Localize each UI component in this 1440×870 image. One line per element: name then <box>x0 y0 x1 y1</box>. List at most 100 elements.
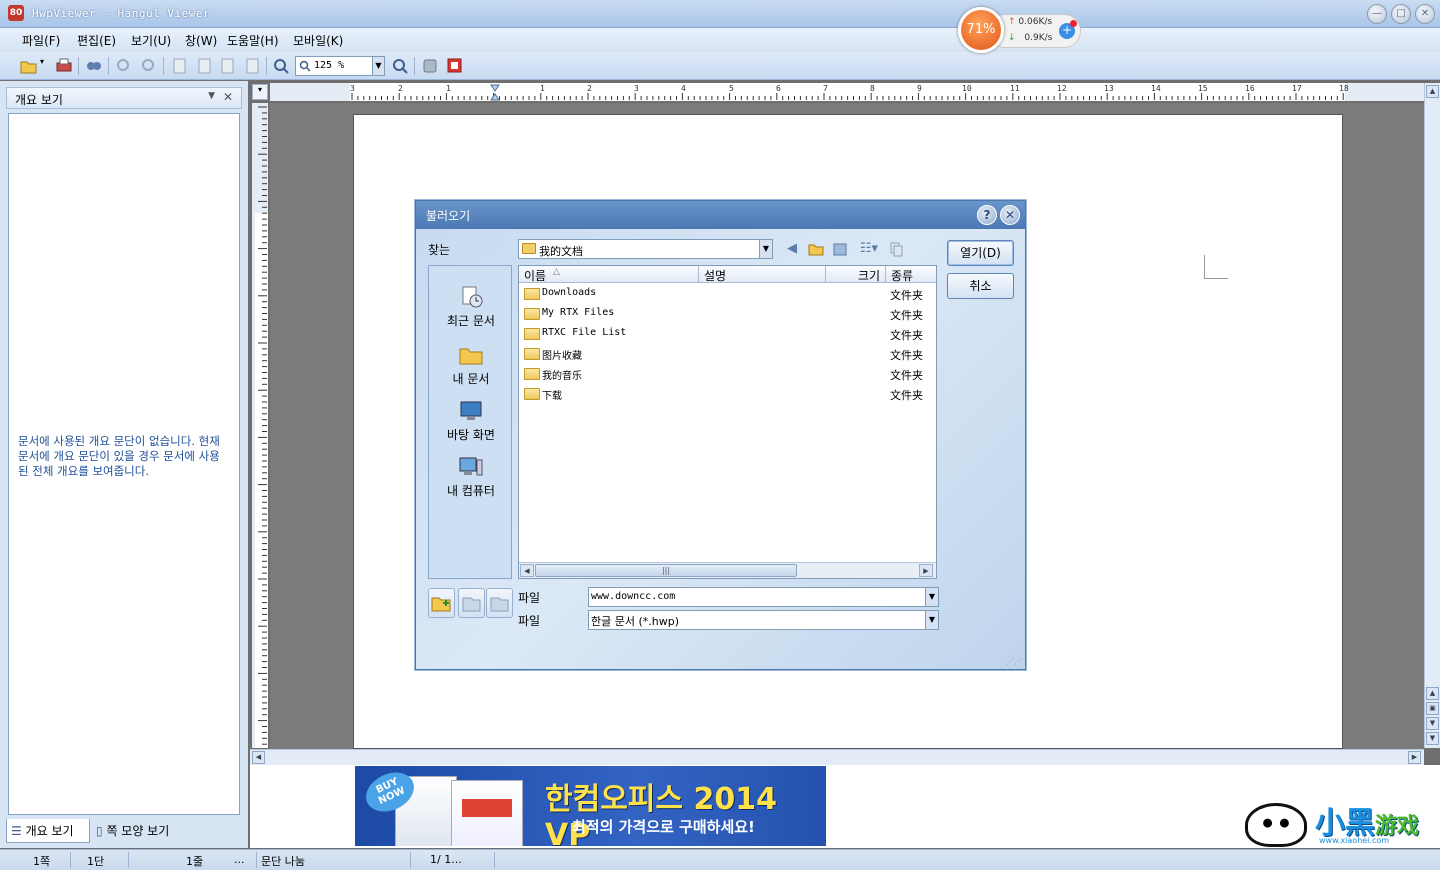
page-icon: ▯ <box>96 824 103 838</box>
menu-file[interactable]: 파일(F) <box>22 32 60 49</box>
tab-outline-view[interactable]: ☰ 개요 보기 <box>6 819 90 843</box>
up-folder-icon[interactable] <box>808 241 824 257</box>
place-recent-documents[interactable]: 최근 문서 <box>429 286 513 329</box>
tools-icon[interactable] <box>888 241 904 257</box>
watermark-url: www.xiaohei.com <box>1319 836 1390 845</box>
chevron-down-icon[interactable]: ▼ <box>759 240 772 258</box>
network-speed-widget[interactable]: 71% ↑ 0.06K/s ↓ 0.9K/s + <box>958 7 1083 53</box>
place-my-computer[interactable]: 내 컴퓨터 <box>429 456 513 499</box>
status-line: 1줄 <box>186 855 204 868</box>
file-list[interactable]: 이름 △ 설명 크기 종류 Downloads 文件夹 My RTX Files… <box>518 265 937 579</box>
scroll-right-button[interactable]: ▶ <box>919 564 933 577</box>
outline-list[interactable]: 문서에 사용된 개요 문단이 없습니다. 현재 문서에 개요 문단이 있을 경우… <box>8 113 240 815</box>
file-row[interactable]: 我的音乐 文件夹 <box>519 364 936 384</box>
file-row[interactable]: 图片收藏 文件夹 <box>519 344 936 364</box>
menu-mobile[interactable]: 모바일(K) <box>293 32 343 49</box>
tab-page-view[interactable]: ▯ 쪽 모양 보기 <box>92 819 232 843</box>
filetype-select[interactable]: 한글 문서 (*.hwp) ▼ <box>588 610 939 630</box>
find-icon[interactable] <box>85 57 103 75</box>
place-label: 내 문서 <box>452 372 490 386</box>
look-in-combo[interactable]: 我的文档 ▼ <box>518 239 773 259</box>
print-icon[interactable] <box>55 57 73 75</box>
panel-tabs: ☰ 개요 보기 ▯ 쪽 모양 보기 <box>6 819 244 843</box>
open-folder-icon[interactable] <box>20 57 38 75</box>
filename-label: 파일 <box>518 591 541 605</box>
download-speed: ↓ 0.9K/s <box>1008 33 1052 43</box>
scroll-left-button[interactable]: ◀ <box>520 564 534 577</box>
file-list-scrollbar[interactable]: ◀ ||| ▶ <box>519 562 936 578</box>
remove-folder-button[interactable] <box>486 588 513 618</box>
file-row[interactable]: 下载 文件夹 <box>519 384 936 404</box>
column-name[interactable]: 이름 <box>524 267 546 284</box>
file-row[interactable]: RTXC File List 文件夹 <box>519 324 936 344</box>
view-menu-icon[interactable]: ☷▾ <box>856 241 882 257</box>
file-row[interactable]: My RTX Files 文件夹 <box>519 304 936 324</box>
menu-help[interactable]: 도움말(H) <box>227 32 279 49</box>
file-name: My RTX Files <box>542 307 615 318</box>
cancel-button[interactable]: 취소 <box>947 273 1014 299</box>
chevron-down-icon[interactable]: ▼ <box>925 611 938 629</box>
ruler-corner-button[interactable]: ▾ <box>252 84 268 100</box>
hancom-office-banner[interactable]: BUY NOW 한컴오피스 2014 VP 최적의 가격으로 구매하세요! <box>355 766 826 846</box>
scroll-down-button[interactable]: ▼ <box>1426 717 1439 730</box>
back-icon[interactable]: ◀ <box>784 241 800 257</box>
open-dropdown-icon[interactable]: ▾ <box>40 57 50 75</box>
close-icon[interactable]: ✕ <box>223 90 233 104</box>
filename-input[interactable]: www.downcc.com ▼ <box>588 587 939 607</box>
place-desktop[interactable]: 바탕 화면 <box>429 400 513 443</box>
scroll-left-button[interactable]: ◀ <box>252 751 265 764</box>
menu-edit[interactable]: 편집(E) <box>77 32 116 49</box>
last-page-icon[interactable] <box>243 57 261 75</box>
column-type[interactable]: 종류 <box>891 267 913 284</box>
upload-speed-value: 0.06K/s <box>1018 17 1053 27</box>
menu-window[interactable]: 창(W) <box>185 32 217 49</box>
previous-page-icon[interactable] <box>195 57 213 75</box>
open-button[interactable]: 열기(D) <box>947 240 1014 266</box>
hancom-icon[interactable] <box>446 57 464 75</box>
horizontal-ruler[interactable]: 3 2 1 1 2 3 4 5 6 7 8 9 10 11 12 13 14 1… <box>270 83 1425 101</box>
panel-header: 개요 보기 ▼ ✕ <box>6 87 242 109</box>
horizontal-scrollbar[interactable]: ◀ ▶ <box>250 749 1424 765</box>
dialog-close-button[interactable]: ✕ <box>1000 205 1020 225</box>
file-type: 文件夹 <box>890 309 923 322</box>
scroll-up-button[interactable]: ▲ <box>1426 85 1439 98</box>
add-folder-button[interactable] <box>428 588 455 618</box>
zoom-in-icon[interactable] <box>391 57 409 75</box>
scroll-up-button[interactable]: ▲ <box>1426 687 1439 700</box>
page-view-button[interactable]: ▣ <box>1426 702 1439 715</box>
move-folder-button[interactable] <box>458 588 485 618</box>
file-row[interactable]: Downloads 文件夹 <box>519 284 936 304</box>
zoom-combo[interactable]: 125 % ▼ <box>295 56 385 76</box>
next-page-icon[interactable] <box>218 57 236 75</box>
new-folder-icon[interactable] <box>832 241 848 257</box>
find-next-icon[interactable] <box>140 57 158 75</box>
resize-grip-icon[interactable]: ⋰⋰ <box>1006 657 1022 666</box>
maximize-button[interactable]: □ <box>1391 4 1411 24</box>
vertical-ruler[interactable] <box>252 103 268 748</box>
product-box-image <box>451 780 523 846</box>
outline-empty-message: 문서에 사용된 개요 문단이 없습니다. 현재 문서에 개요 문단이 있을 경우… <box>18 434 220 478</box>
first-page-icon[interactable] <box>170 57 188 75</box>
folder-icon <box>524 308 540 320</box>
filetype-label: 파일 <box>518 614 541 628</box>
my-computer-icon <box>459 457 483 476</box>
chevron-down-icon[interactable]: ▼ <box>372 57 384 75</box>
indent-marker-icon[interactable] <box>490 84 500 101</box>
vertical-scrollbar[interactable]: ▲ ▲ ▣ ▼ ▼ <box>1424 83 1440 748</box>
menu-view[interactable]: 보기(U) <box>131 32 171 49</box>
zoom-fit-icon[interactable] <box>272 57 290 75</box>
help-button[interactable]: ? <box>977 205 997 225</box>
close-button[interactable]: ✕ <box>1415 4 1435 24</box>
scroll-right-button[interactable]: ▶ <box>1408 751 1421 764</box>
find-replace-icon[interactable] <box>115 57 133 75</box>
chevron-down-icon[interactable]: ▼ <box>925 588 938 606</box>
scrollbar-thumb[interactable]: ||| <box>535 564 797 577</box>
chevron-down-icon[interactable]: ▼ <box>208 91 215 101</box>
memory-usage-badge[interactable]: 71% <box>958 7 1004 53</box>
info-icon[interactable] <box>421 57 439 75</box>
place-my-documents[interactable]: 내 문서 <box>429 344 513 387</box>
scroll-down-button[interactable]: ▼ <box>1426 732 1439 745</box>
column-size[interactable]: 크기 <box>858 267 880 284</box>
column-description[interactable]: 설명 <box>704 267 726 284</box>
minimize-button[interactable]: — <box>1367 4 1387 24</box>
